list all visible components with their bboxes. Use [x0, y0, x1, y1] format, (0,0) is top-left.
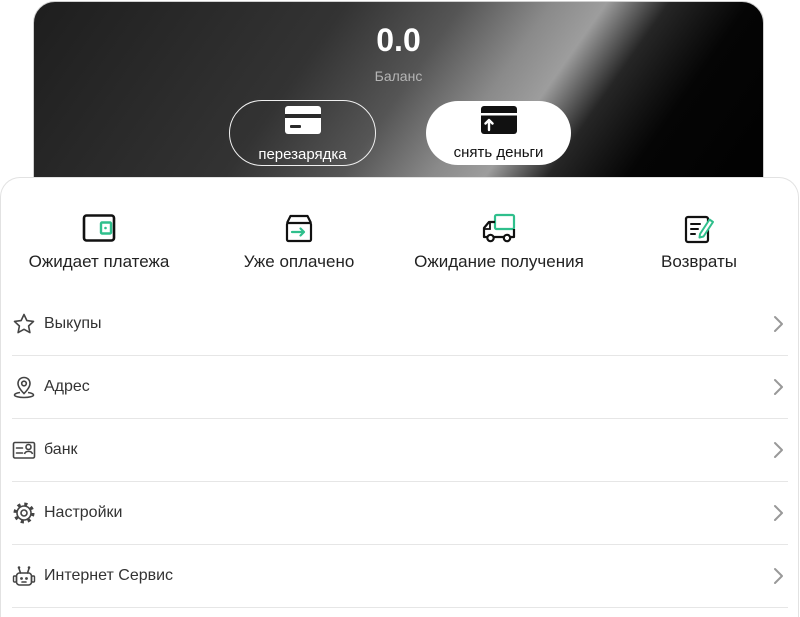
- menu-item-label: Интернет Сервис: [44, 567, 174, 584]
- menu-item-internet-service[interactable]: Интернет Сервис: [12, 545, 788, 608]
- gear-icon: [13, 502, 35, 524]
- bank-card-icon: [12, 441, 36, 459]
- order-awaiting-receipt-label: Ожидание получения: [414, 252, 584, 271]
- menu-item-label: Адрес: [44, 378, 90, 395]
- card-withdraw-icon: [480, 106, 517, 134]
- paid-box-icon: [285, 214, 313, 243]
- location-pin-icon: [13, 376, 35, 399]
- menu-item-label: Выкупы: [44, 315, 102, 332]
- order-awaiting-receipt[interactable]: Ожидание получения: [399, 178, 599, 283]
- menu-item-label: Настройки: [44, 504, 123, 521]
- order-returns[interactable]: Возвраты: [599, 178, 799, 283]
- return-document-icon: [684, 215, 714, 244]
- recharge-button[interactable]: перезарядка: [229, 100, 376, 166]
- order-status-row: Ожидает платежа Уже оплачено Ожидание по…: [0, 178, 799, 288]
- chevron-right-icon: [774, 505, 783, 521]
- chevron-right-icon: [774, 379, 783, 395]
- menu-item-bank[interactable]: банк: [12, 419, 788, 482]
- credit-card-icon: [284, 106, 321, 134]
- order-returns-label: Возвраты: [661, 252, 737, 271]
- chevron-right-icon: [774, 316, 783, 332]
- balance-amount: 0.0: [376, 22, 421, 58]
- withdraw-label: снять деньги: [453, 144, 544, 161]
- delivery-truck-icon: [482, 213, 516, 243]
- star-icon: [13, 313, 35, 334]
- menu-item-settings[interactable]: Настройки: [12, 482, 788, 545]
- order-paid[interactable]: Уже оплачено: [199, 178, 399, 283]
- menu-item-label: банк: [44, 441, 78, 458]
- settings-menu: Выкупы Адрес банк Настройки Интернет Сер…: [12, 293, 788, 608]
- order-awaiting-payment-label: Ожидает платежа: [28, 252, 170, 271]
- withdraw-button[interactable]: снять деньги: [426, 101, 571, 165]
- account-panel: Ожидает платежа Уже оплачено Ожидание по…: [0, 177, 799, 617]
- chevron-right-icon: [774, 568, 783, 584]
- wallet-icon: [82, 214, 116, 242]
- recharge-label: перезарядка: [258, 146, 347, 163]
- menu-item-address[interactable]: Адрес: [12, 356, 788, 419]
- menu-item-buyouts[interactable]: Выкупы: [12, 293, 788, 356]
- chevron-right-icon: [774, 442, 783, 458]
- robot-icon: [12, 566, 36, 586]
- order-paid-label: Уже оплачено: [243, 252, 355, 271]
- order-awaiting-payment[interactable]: Ожидает платежа: [0, 178, 199, 283]
- balance-label: Баланс: [374, 68, 423, 84]
